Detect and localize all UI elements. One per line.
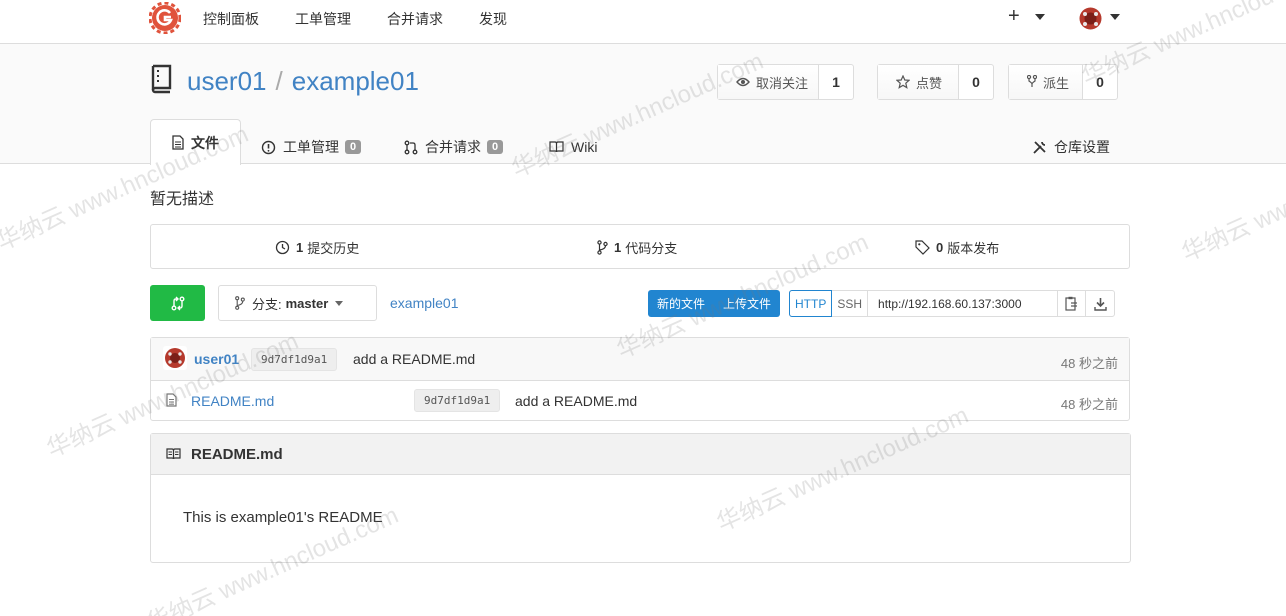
commit-message: add a README.md (353, 351, 476, 367)
commit-time: 48 秒之前 (1060, 356, 1118, 371)
unwatch-button[interactable]: 取消关注 (718, 65, 820, 99)
file-commit-time: 48 秒之前 (1060, 397, 1118, 412)
branch-selector[interactable]: 分支: master (218, 285, 377, 321)
clone-panel: HTTP SSH http://192.168.60.137:3000 (789, 290, 1116, 317)
tab-pulls[interactable]: 合并请求 0 (404, 130, 504, 164)
fork-icon (1027, 75, 1043, 89)
repo-book-icon (150, 64, 174, 94)
gitea-logo-icon[interactable] (149, 2, 181, 34)
user-avatar[interactable] (1077, 5, 1104, 32)
readme-book-icon (166, 448, 191, 460)
create-new-button[interactable]: + (1008, 6, 1020, 26)
new-file-button[interactable]: 新的文件 (648, 295, 714, 312)
commit-author-avatar[interactable] (163, 346, 187, 370)
upload-file-button[interactable]: 上传文件 (714, 295, 780, 312)
compare-button[interactable] (150, 285, 205, 321)
branch-icon (597, 240, 614, 255)
repo-stats-bar: 1 提交历史 1 代码分支 0 版本发布 (150, 224, 1130, 269)
file-name-link[interactable]: README.md (191, 393, 274, 409)
latest-commit-row: user01 9d7df1d9a1 add a README.md 48 秒之前 (151, 338, 1129, 381)
eye-icon (736, 77, 756, 87)
commits-label: 提交历史 (307, 241, 360, 256)
file-icon (166, 393, 177, 407)
issues-count-badge: 0 (345, 140, 362, 154)
fork-label: 派生 (1043, 75, 1070, 91)
branch-selector-icon (235, 296, 245, 310)
repo-title: user01 / example01 (187, 66, 419, 97)
tab-code-label: 文件 (191, 134, 219, 151)
issue-icon (261, 140, 283, 155)
compare-icon (171, 296, 185, 311)
tag-icon (915, 240, 936, 255)
ssh-clone-button[interactable]: SSH (832, 291, 869, 316)
fork-count[interactable]: 0 (1083, 65, 1117, 99)
tab-pulls-label: 合并请求 (425, 139, 481, 155)
readme-panel: README.md This is example01's README (150, 433, 1131, 563)
readme-title: README.md (191, 445, 283, 463)
nav-pulls[interactable]: 合并请求 (387, 9, 443, 29)
branches-count: 1 (614, 240, 622, 255)
star-label: 点赞 (916, 75, 943, 91)
watch-count[interactable]: 1 (819, 65, 853, 99)
fork-button[interactable]: 派生 (1009, 65, 1084, 99)
branch-name: master (285, 295, 329, 311)
download-button[interactable] (1086, 291, 1114, 316)
commits-count: 1 (296, 240, 304, 255)
commit-author-link[interactable]: user01 (194, 351, 239, 367)
top-navbar: 控制面板 工单管理 合并请求 发现 + (0, 0, 1286, 44)
pull-request-icon (404, 140, 425, 155)
pulls-count-badge: 0 (487, 140, 504, 154)
http-clone-button[interactable]: HTTP (789, 290, 833, 317)
nav-explore[interactable]: 发现 (479, 9, 507, 29)
tab-issues-label: 工单管理 (283, 139, 339, 155)
tab-code[interactable]: 文件 (150, 119, 241, 165)
commits-stat[interactable]: 1 提交历史 (275, 238, 359, 257)
releases-count: 0 (936, 240, 944, 255)
star-button-group: 点赞 0 (877, 64, 995, 100)
file-commit-message[interactable]: add a README.md (515, 393, 637, 409)
file-table: user01 9d7df1d9a1 add a README.md 48 秒之前… (150, 337, 1130, 421)
tab-issues[interactable]: 工单管理 0 (261, 130, 362, 164)
tab-wiki[interactable]: Wiki (549, 130, 597, 164)
copy-url-button[interactable] (1058, 291, 1087, 316)
repo-description: 暂无描述 (150, 191, 215, 208)
file-actions-group: 新的文件 上传文件 (648, 290, 781, 317)
fork-button-group: 派生 0 (1008, 64, 1119, 100)
user-chevron-down-icon[interactable] (1110, 14, 1120, 20)
tools-icon (1032, 140, 1054, 155)
book-icon (549, 141, 571, 153)
file-icon (172, 135, 191, 150)
watch-button-group: 取消关注 1 (717, 64, 855, 100)
download-icon (1093, 297, 1107, 311)
repo-owner-link[interactable]: user01 (187, 66, 267, 96)
repo-name-link[interactable]: example01 (292, 66, 419, 96)
tab-wiki-label: Wiki (571, 139, 598, 155)
branches-stat[interactable]: 1 代码分支 (597, 238, 677, 257)
nav-issues[interactable]: 工单管理 (295, 9, 351, 29)
branch-prefix: 分支: (252, 296, 282, 312)
file-row: README.md 9d7df1d9a1 add a README.md 48 … (151, 381, 1129, 421)
branches-label: 代码分支 (625, 241, 678, 256)
releases-stat[interactable]: 0 版本发布 (915, 238, 999, 257)
clipboard-icon (1065, 296, 1078, 311)
history-icon (275, 240, 296, 255)
path-breadcrumb[interactable]: example01 (390, 295, 459, 311)
tab-settings[interactable]: 仓库设置 (1032, 130, 1110, 164)
readme-header: README.md (151, 434, 1130, 475)
star-button[interactable]: 点赞 (878, 65, 960, 99)
nav-dashboard[interactable]: 控制面板 (203, 9, 259, 29)
branch-chevron-down-icon (335, 300, 344, 306)
releases-label: 版本发布 (947, 241, 1000, 256)
create-chevron-down-icon[interactable] (1035, 14, 1045, 20)
unwatch-label: 取消关注 (756, 75, 809, 91)
file-commit-sha[interactable]: 9d7df1d9a1 (414, 389, 501, 412)
tab-settings-label: 仓库设置 (1054, 139, 1110, 155)
star-count[interactable]: 0 (959, 65, 993, 99)
repo-title-separator: / (275, 66, 283, 96)
clone-url-field[interactable]: http://192.168.60.137:3000 (868, 291, 1059, 316)
commit-sha-button[interactable]: 9d7df1d9a1 (251, 348, 338, 371)
readme-content: This is example01's README (183, 509, 383, 526)
star-icon (896, 75, 916, 89)
